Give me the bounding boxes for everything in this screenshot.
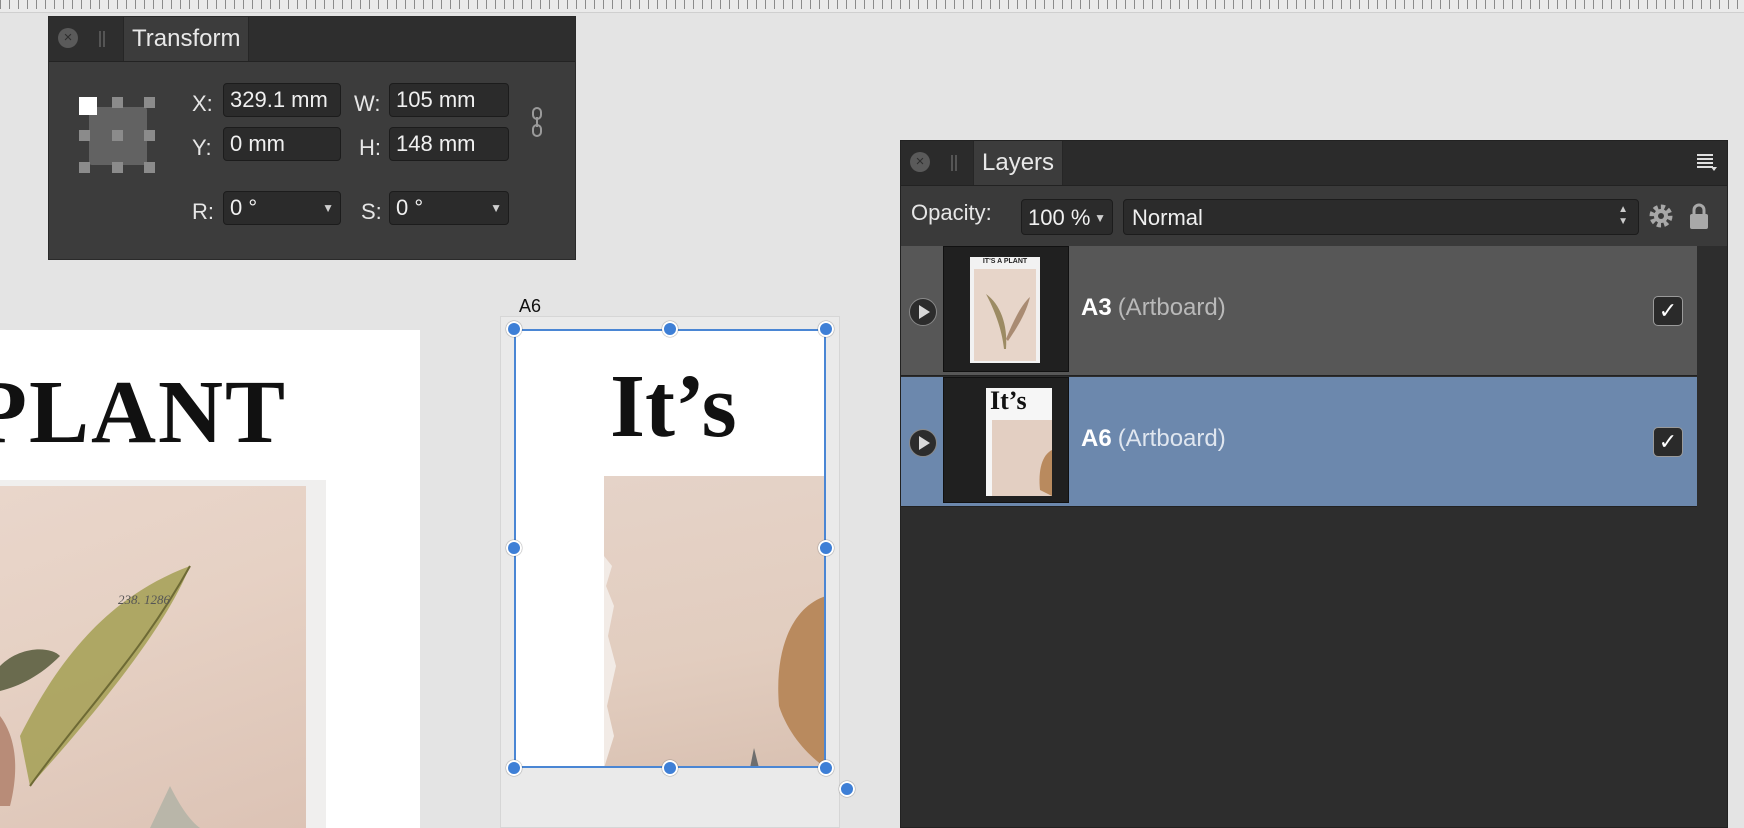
layer-thumbnail-a3: IT'S A PLANT [943, 246, 1069, 372]
layer-thumbnail-a6: It’s [943, 377, 1069, 503]
resize-handle-top-left[interactable] [506, 321, 522, 337]
expand-arrow-icon[interactable] [909, 298, 937, 326]
grip-icon[interactable] [99, 31, 105, 47]
anchor-bottom-left[interactable] [79, 162, 90, 173]
layer-name-text: A3 [1081, 294, 1112, 321]
thumb-title: It’s [990, 386, 1027, 415]
w-input[interactable]: 105 mm [389, 83, 509, 117]
resize-handle-left[interactable] [506, 540, 522, 556]
updown-arrows-icon: ▲ ▼ [1618, 204, 1628, 227]
y-label: Y: [192, 135, 212, 160]
r-label: R: [192, 199, 214, 224]
layer-row-a3[interactable]: IT'S A PLANT A3 (Artboard) ✓ [901, 246, 1697, 376]
layer-name-text: A6 [1081, 425, 1112, 452]
resize-handle-bottom-left[interactable] [506, 760, 522, 776]
y-input[interactable]: 0 mm [223, 127, 341, 161]
visibility-checkbox-a6[interactable]: ✓ [1653, 427, 1683, 457]
lock-icon[interactable] [1689, 202, 1709, 230]
s-label: S: [361, 199, 382, 224]
thumb-art [974, 269, 1036, 361]
artboard-a6-label: A6 [519, 296, 542, 316]
opacity-value: 100 % [1028, 205, 1091, 230]
shear-value: 0 ° [396, 195, 424, 220]
anchor-bottom-right[interactable] [144, 162, 155, 173]
close-icon[interactable]: × [910, 152, 930, 172]
thumb-title: IT'S A PLANT [982, 258, 1028, 265]
visibility-checkbox-a3[interactable]: ✓ [1653, 296, 1683, 326]
rotation-value: 0 ° [230, 195, 258, 220]
h-label: H: [359, 135, 381, 160]
tab-layers[interactable]: Layers [973, 141, 1064, 185]
anchor-center[interactable] [112, 130, 123, 141]
shear-dropdown[interactable]: 0 ° ▼ [389, 191, 509, 225]
x-input[interactable]: 329.1 mm [223, 83, 341, 117]
layers-panel: × Layers Opacity: 100 % ▼ Normal ▲ ▼ IT'… [900, 140, 1728, 828]
a3-paper: 238. 1286 [0, 486, 306, 828]
top-ruler [0, 0, 1744, 13]
dropdown-arrow-icon: ▼ [490, 201, 502, 215]
tab-transform[interactable]: Transform [123, 17, 250, 61]
anchor-middle-left[interactable] [79, 130, 90, 141]
resize-handle-top[interactable] [662, 321, 678, 337]
plant-illustration [0, 565, 200, 828]
layers-panel-header: × Layers [901, 141, 1727, 186]
thumb-leaf-icon [1039, 450, 1052, 496]
anchor-middle-right[interactable] [144, 130, 155, 141]
a3-plate-numbers: 238. 1286 [118, 592, 170, 607]
grip-icon[interactable] [951, 155, 957, 171]
layer-row-a6[interactable]: It’s A6 (Artboard) ✓ [901, 377, 1697, 507]
resize-handle-top-right[interactable] [818, 321, 834, 337]
anchor-top-right[interactable] [144, 97, 155, 108]
resize-handle-bottom-right[interactable] [818, 760, 834, 776]
x-label: X: [192, 91, 213, 116]
anchor-bottom-center[interactable] [112, 162, 123, 173]
anchor-top-center[interactable] [112, 97, 123, 108]
layer-name-a3: A3 (Artboard) [1081, 294, 1226, 322]
transform-panel: × Transform X: 329.1 mm W: 105 mm Y: 0 m… [48, 16, 576, 260]
link-icon[interactable] [531, 107, 543, 137]
anchor-top-left[interactable] [79, 97, 97, 115]
artboard-a3[interactable]: PLANT 238. 1286 [0, 330, 420, 828]
rotate-handle[interactable] [839, 781, 855, 797]
a3-title-text: PLANT [0, 363, 288, 462]
dropdown-arrow-icon: ▼ [322, 201, 334, 215]
opacity-input[interactable]: 100 % ▼ [1021, 199, 1113, 235]
resize-handle-right[interactable] [818, 540, 834, 556]
resize-handle-bottom[interactable] [662, 760, 678, 776]
w-label: W: [354, 91, 381, 116]
layer-name-a6: A6 (Artboard) [1081, 425, 1226, 453]
anchor-point-selector[interactable] [79, 97, 155, 173]
dropdown-arrow-icon: ▼ [1094, 211, 1106, 225]
transform-panel-header: × Transform [49, 17, 575, 62]
layer-type-text: (Artboard) [1117, 425, 1226, 452]
thumb-page: It’s [986, 386, 1052, 496]
expand-arrow-icon[interactable] [909, 429, 937, 457]
thumb-plant-icon [986, 294, 1030, 349]
a3-botanical-image: 238. 1286 [0, 480, 326, 828]
blend-mode-value: Normal [1132, 205, 1203, 230]
gear-icon[interactable] [1647, 202, 1675, 230]
h-input[interactable]: 148 mm [389, 127, 509, 161]
layer-type-text: (Artboard) [1117, 294, 1226, 321]
rotation-dropdown[interactable]: 0 ° ▼ [223, 191, 341, 225]
thumb-art [992, 420, 1052, 496]
panel-menu-icon[interactable] [1697, 153, 1717, 171]
layers-scrollbar[interactable] [1697, 246, 1727, 827]
close-icon[interactable]: × [58, 28, 78, 48]
selection-frame [514, 329, 826, 768]
opacity-label: Opacity: [911, 200, 992, 225]
blend-mode-select[interactable]: Normal ▲ ▼ [1123, 199, 1639, 235]
thumb-page: IT'S A PLANT [970, 257, 1040, 363]
layers-toolbar: Opacity: 100 % ▼ Normal ▲ ▼ [901, 186, 1727, 247]
